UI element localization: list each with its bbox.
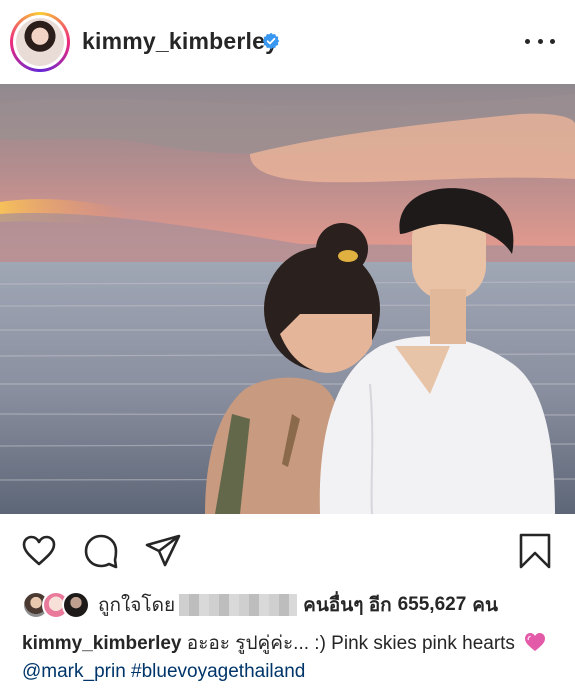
dot: [537, 38, 543, 44]
dot: [525, 38, 530, 44]
heart-outline-icon[interactable]: [20, 532, 58, 570]
post-caption: kimmy_kimberley อะอะ รูปคู่ค่ะ... :) Pin…: [22, 630, 562, 686]
redacted-username: [179, 594, 298, 616]
pink-heart-emoji: [525, 633, 546, 651]
post-actions: [0, 526, 575, 576]
likes-text: ถูกใจโดย คนอื่นๆ อีก 655,627 คน: [98, 590, 498, 620]
likes-unit: คน: [472, 595, 498, 616]
liker-avatars: [22, 591, 98, 619]
comment-icon[interactable]: [82, 532, 120, 570]
post-username[interactable]: kimmy_kimberley: [82, 28, 278, 55]
caption-text: อะอะ รูปคู่ค่ะ... :) Pink skies pink hea…: [181, 633, 515, 654]
likes-prefix: ถูกใจโดย: [98, 595, 176, 616]
caption-username[interactable]: kimmy_kimberley: [22, 633, 182, 654]
caption-mention[interactable]: @mark_prin: [22, 661, 126, 682]
caption-hashtag[interactable]: #bluevoyagethailand: [131, 661, 305, 682]
post-header: kimmy_kimberley: [0, 0, 575, 84]
avatar-frame: [13, 15, 67, 69]
profile-avatar[interactable]: [10, 12, 70, 72]
avatar-image: [16, 18, 64, 66]
verified-badge-icon: [262, 32, 280, 50]
likes-row[interactable]: ถูกใจโดย คนอื่นๆ อีก 655,627 คน: [22, 590, 498, 620]
sunset-couple-image: [0, 84, 575, 514]
paper-plane-icon[interactable]: [144, 532, 182, 570]
liker-avatar: [62, 591, 90, 619]
likes-count: 655,627: [397, 594, 467, 615]
dot: [550, 38, 555, 44]
more-options-icon[interactable]: [525, 30, 555, 52]
likes-suffix: คนอื่นๆ อีก: [303, 595, 392, 616]
post-photo[interactable]: [0, 84, 575, 514]
bookmark-icon[interactable]: [516, 532, 554, 570]
